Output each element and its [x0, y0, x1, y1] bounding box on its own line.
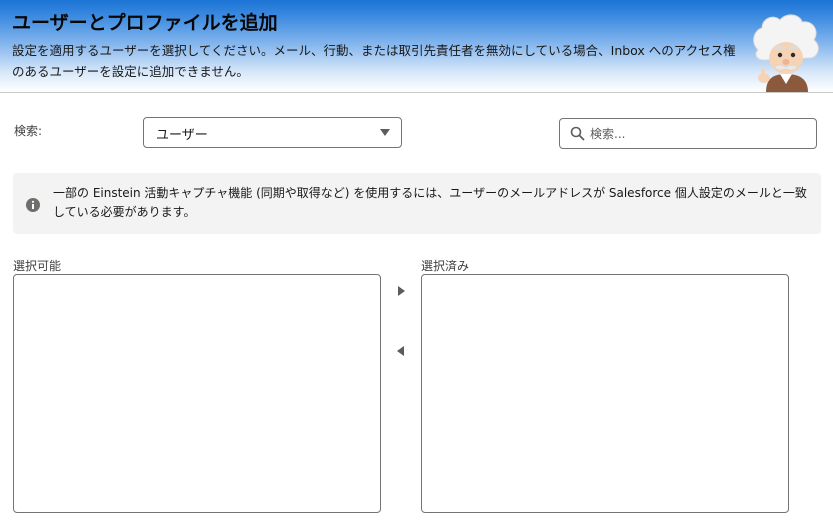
search-label: 検索: [14, 124, 43, 138]
triangle-left-icon [397, 346, 404, 356]
info-text: 一部の Einstein 活動キャプチャ機能 (同期や取得など) を使用するには… [53, 186, 807, 219]
page-title: ユーザーとプロファイルを追加 [12, 12, 278, 34]
selected-listbox[interactable] [421, 274, 789, 513]
info-notice: 一部の Einstein 活動キャプチャ機能 (同期や取得など) を使用するには… [13, 173, 821, 234]
chevron-down-icon [380, 129, 390, 136]
search-scope-value: ユーザー [156, 128, 208, 143]
search-icon [570, 126, 585, 141]
available-list-label: 選択可能 [13, 259, 62, 273]
selected-list-label: 選択済み [421, 259, 470, 273]
search-box[interactable] [559, 118, 817, 149]
search-scope-select[interactable]: ユーザー [143, 117, 402, 148]
page-description: 設定を適用するユーザーを選択してください。メール、行動、または取引先責任者を無効… [12, 43, 736, 79]
info-icon [26, 198, 40, 212]
search-input[interactable] [590, 123, 805, 144]
move-left-button[interactable] [393, 343, 409, 359]
available-listbox[interactable] [13, 274, 381, 513]
einstein-mascot-icon [753, 14, 819, 92]
triangle-right-icon [398, 286, 405, 296]
move-right-button[interactable] [393, 283, 409, 299]
page-header: ユーザーとプロファイルを追加 設定を適用するユーザーを選択してください。メール、… [0, 0, 833, 93]
